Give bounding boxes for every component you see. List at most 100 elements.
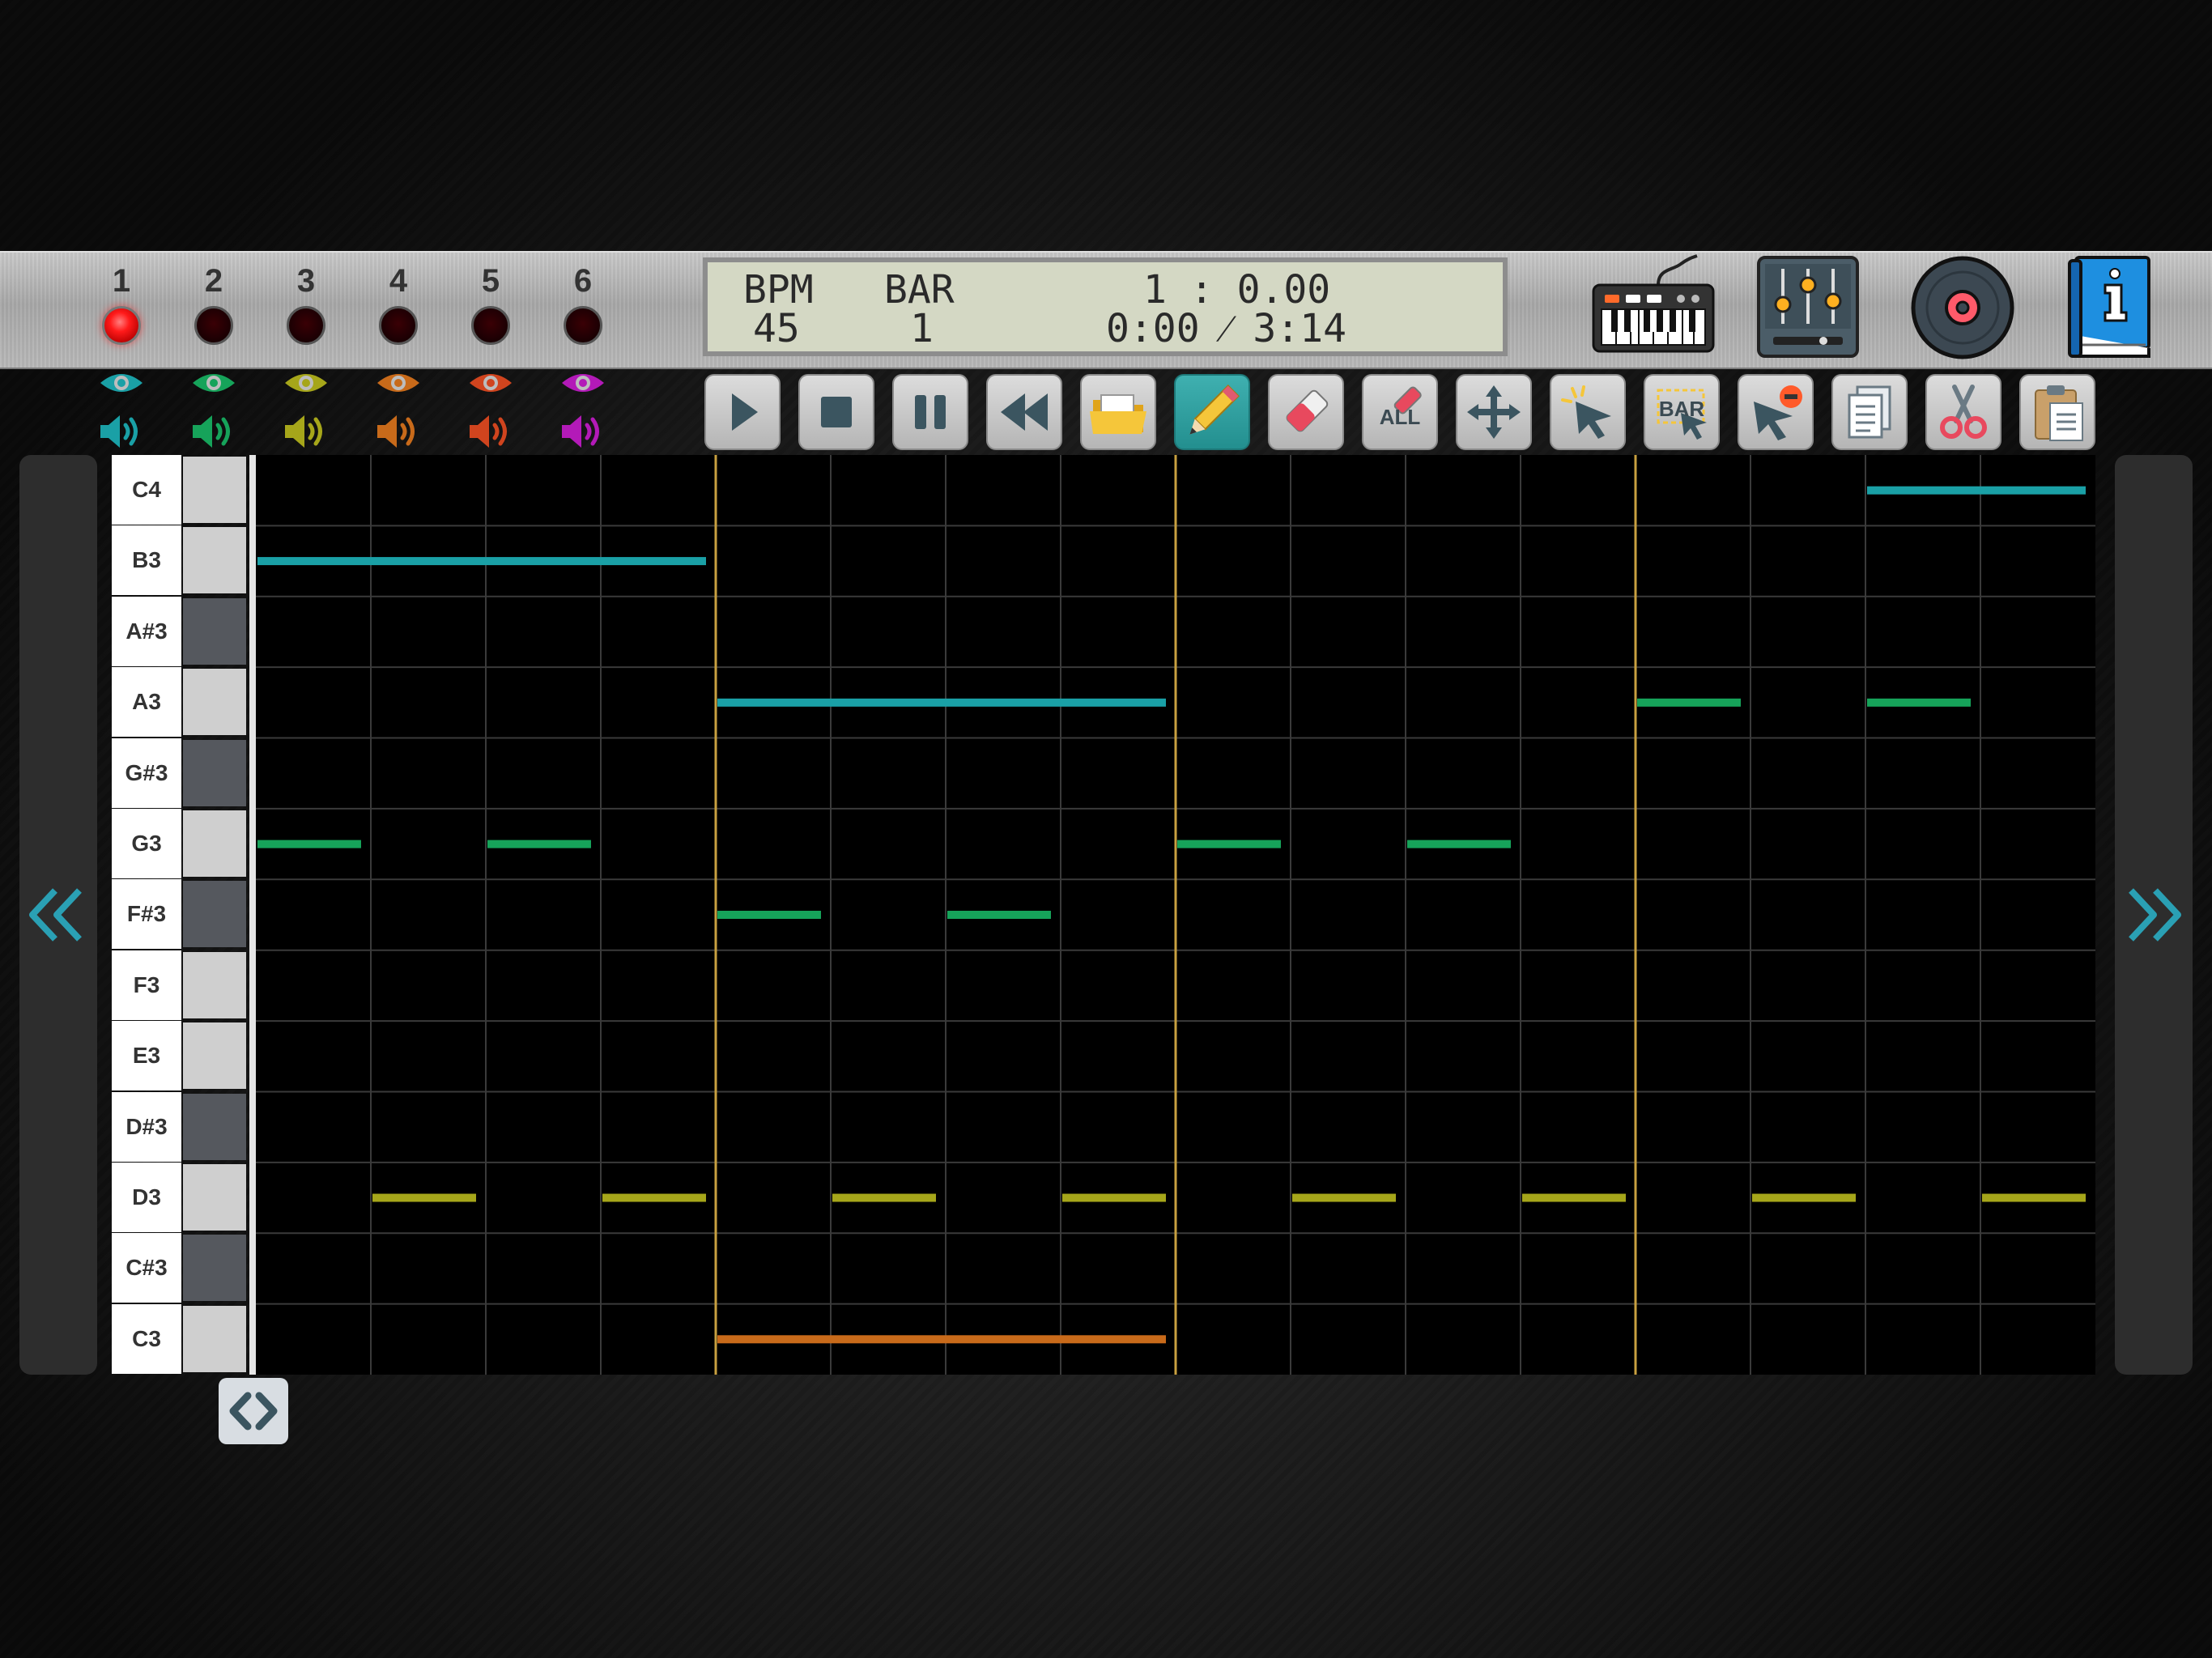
deselect-button[interactable]	[1738, 374, 1814, 450]
piano-key-row: D3	[112, 1163, 248, 1232]
info-book-icon[interactable]	[2065, 256, 2154, 359]
black-key[interactable]	[183, 1235, 246, 1302]
prev-page-panel[interactable]	[19, 455, 97, 1375]
eye-icon[interactable]	[97, 368, 146, 397]
eye-icon[interactable]	[374, 368, 423, 397]
pencil-button[interactable]	[1174, 374, 1250, 450]
paste-button[interactable]	[2019, 374, 2095, 450]
rewind-button[interactable]	[986, 374, 1062, 450]
bar-label: BAR	[884, 267, 955, 312]
select-bar-button[interactable]: BAR	[1644, 374, 1720, 450]
keyboard-icon[interactable]	[1592, 253, 1716, 358]
record-disc-icon[interactable]	[1911, 256, 2014, 359]
horizontal-scroll-button[interactable]	[219, 1378, 288, 1444]
black-key[interactable]	[183, 739, 246, 806]
note-D3[interactable]	[832, 1193, 936, 1202]
note-D3[interactable]	[1062, 1193, 1166, 1202]
note-C4[interactable]	[1867, 486, 2086, 495]
mixer-icon[interactable]	[1757, 256, 1859, 358]
track-1-selector[interactable]: 1	[89, 261, 154, 345]
keyboard-divider	[249, 455, 256, 1375]
track-4-selector[interactable]: 4	[366, 261, 431, 345]
erase-all-button[interactable]: ALL	[1362, 374, 1438, 450]
eraser-button[interactable]	[1268, 374, 1344, 450]
eye-icon[interactable]	[559, 368, 607, 397]
track-led[interactable]	[287, 306, 325, 345]
white-key[interactable]	[183, 527, 246, 594]
white-key[interactable]	[183, 1022, 246, 1090]
bpm-value[interactable]: 45	[753, 309, 800, 348]
track-led[interactable]	[564, 306, 602, 345]
select-button[interactable]	[1550, 374, 1626, 450]
select-bar-icon: BAR	[1657, 389, 1707, 440]
move-button[interactable]	[1456, 374, 1532, 450]
next-page-panel[interactable]	[2115, 455, 2193, 1375]
note-G3[interactable]	[257, 840, 361, 848]
piano-key-row: F#3	[112, 879, 248, 950]
note-A3[interactable]	[1637, 698, 1741, 707]
track-led[interactable]	[102, 306, 141, 345]
note-B3[interactable]	[257, 557, 706, 566]
track-2-selector[interactable]: 2	[181, 261, 246, 345]
bar-value[interactable]: 1	[910, 309, 934, 348]
note-G3[interactable]	[1407, 840, 1511, 848]
white-key[interactable]	[183, 951, 246, 1018]
note-G3[interactable]	[1177, 840, 1281, 848]
track-number: 6	[573, 263, 593, 299]
speaker-icon[interactable]	[189, 409, 238, 454]
track-led[interactable]	[379, 306, 418, 345]
piano-roll-grid[interactable]	[256, 455, 2095, 1375]
speaker-icon[interactable]	[282, 409, 330, 454]
play-icon	[732, 393, 758, 431]
note-label: A#3	[112, 596, 181, 666]
white-key[interactable]	[183, 810, 246, 877]
note-F#3[interactable]	[717, 911, 821, 919]
cut-button[interactable]	[1925, 374, 2001, 450]
black-key[interactable]	[183, 881, 246, 948]
pause-button[interactable]	[892, 374, 968, 450]
piano-key-row: C#3	[112, 1233, 248, 1303]
stop-button[interactable]	[798, 374, 874, 450]
piano-key-row: C3	[112, 1303, 248, 1374]
speaker-icon[interactable]	[466, 409, 515, 454]
open-file-button[interactable]	[1080, 374, 1156, 450]
note-label: C4	[112, 455, 181, 525]
white-key[interactable]	[183, 1305, 246, 1372]
note-D3[interactable]	[1752, 1193, 1856, 1202]
note-G3[interactable]	[487, 840, 591, 848]
black-key[interactable]	[183, 597, 246, 665]
note-D3[interactable]	[602, 1193, 706, 1202]
note-D3[interactable]	[1982, 1193, 2086, 1202]
play-button[interactable]	[704, 374, 781, 450]
stop-icon	[821, 397, 852, 427]
note-A3[interactable]	[1867, 698, 1971, 707]
eraser-icon	[1286, 389, 1329, 432]
note-label: A3	[112, 667, 181, 738]
track-3-selector[interactable]: 3	[274, 261, 338, 345]
speaker-icon[interactable]	[374, 409, 423, 454]
white-key[interactable]	[183, 457, 246, 523]
speaker-icon[interactable]	[97, 409, 146, 454]
track-led[interactable]	[194, 306, 233, 345]
eye-icon[interactable]	[282, 368, 330, 397]
note-D3[interactable]	[372, 1193, 476, 1202]
white-key[interactable]	[183, 669, 246, 736]
note-A3[interactable]	[717, 698, 1166, 707]
track-led[interactable]	[471, 306, 510, 345]
note-F#3[interactable]	[947, 911, 1051, 919]
note-D3[interactable]	[1522, 1193, 1626, 1202]
note-D3[interactable]	[1292, 1193, 1396, 1202]
black-key[interactable]	[183, 1093, 246, 1160]
track-6-selector[interactable]: 6	[551, 261, 615, 345]
pause-icon	[915, 395, 946, 429]
copy-button[interactable]	[1831, 374, 1908, 450]
track-number: 5	[481, 263, 500, 299]
note-C3[interactable]	[717, 1335, 1166, 1344]
white-key[interactable]	[183, 1164, 246, 1231]
eye-icon[interactable]	[189, 368, 238, 397]
track-number: 4	[389, 263, 408, 299]
speaker-icon[interactable]	[559, 409, 607, 454]
note-label: C#3	[112, 1233, 181, 1303]
eye-icon[interactable]	[466, 368, 515, 397]
track-5-selector[interactable]: 5	[458, 261, 523, 345]
